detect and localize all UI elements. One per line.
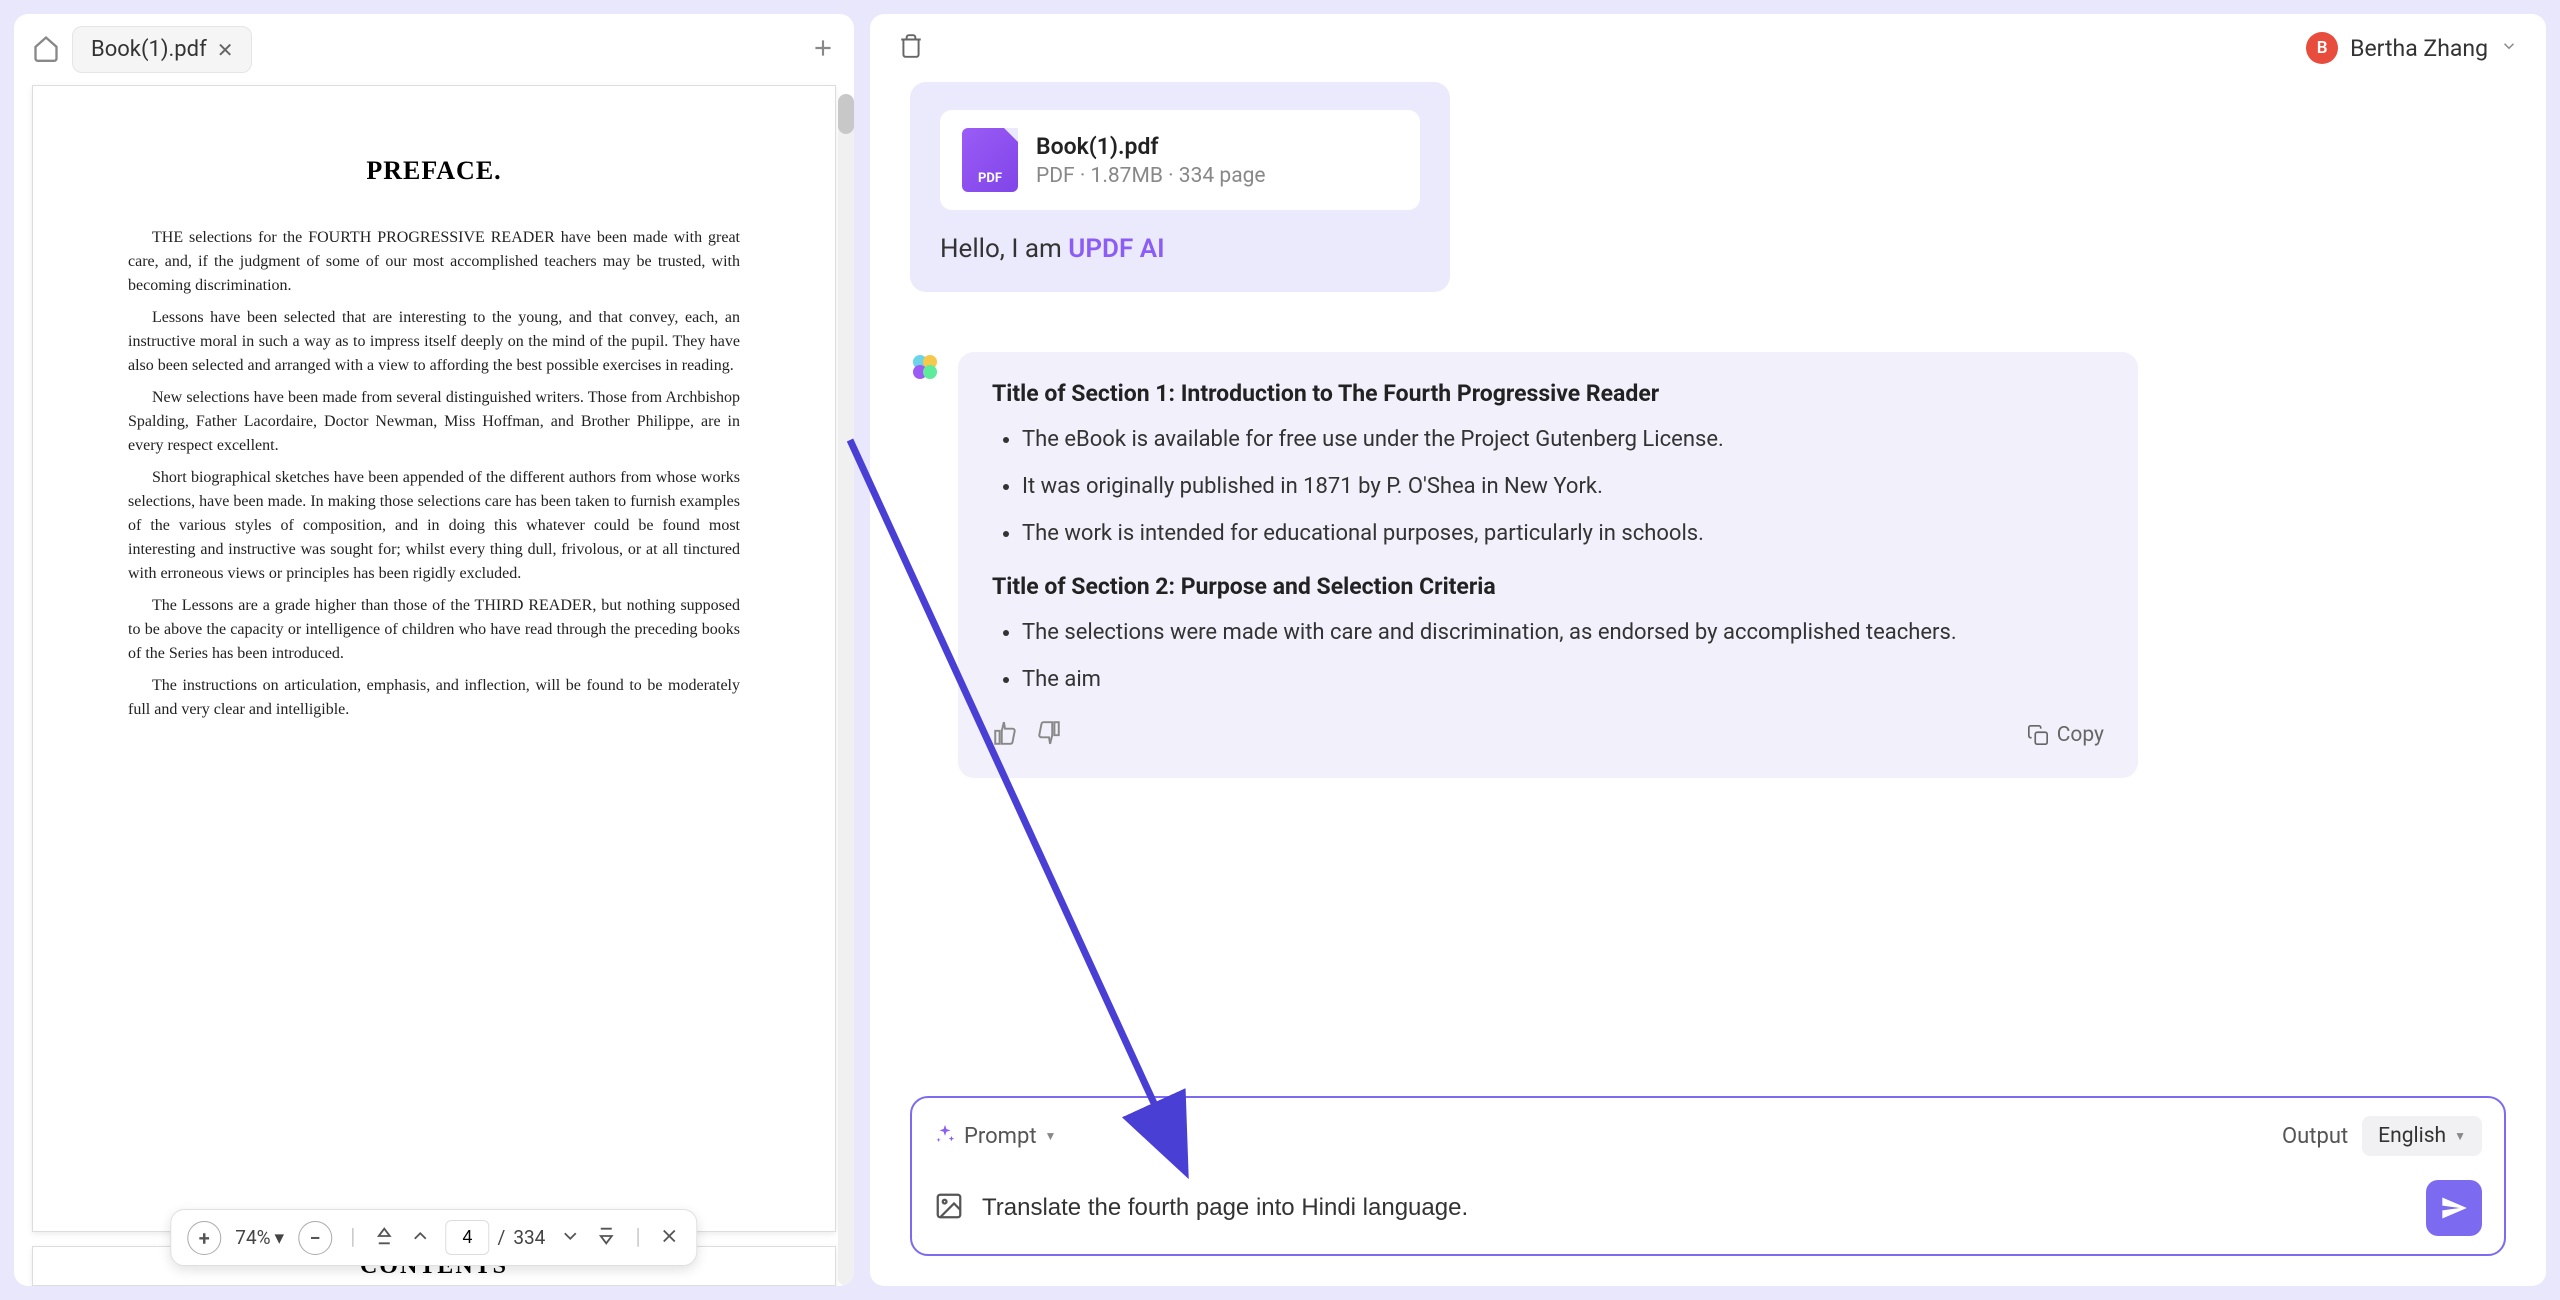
copy-label: Copy — [2057, 723, 2104, 747]
chat-area: PDF Book(1).pdf PDF · 1.87MB · 334 page … — [870, 82, 2546, 1076]
ai-avatar-icon — [910, 352, 940, 382]
pdf-file-icon: PDF — [962, 128, 1018, 192]
divider: | — [350, 1225, 355, 1250]
output-label: Output — [2282, 1124, 2348, 1149]
pdf-paragraph: The Lessons are a grade higher than thos… — [128, 594, 740, 666]
thumbs-up-icon[interactable] — [992, 720, 1018, 750]
close-tab-icon[interactable]: ✕ — [217, 38, 234, 62]
chevron-down-icon: ▾ — [275, 1226, 285, 1249]
pdf-toolbar: + 74% ▾ − | / 334 | — [170, 1209, 697, 1266]
avatar: B — [2306, 32, 2338, 64]
dropdown-arrow-icon: ▼ — [1045, 1129, 1057, 1143]
copy-button[interactable]: Copy — [2027, 723, 2104, 747]
prev-page-icon[interactable] — [409, 1225, 431, 1251]
page-separator: / — [497, 1226, 505, 1249]
ai-response: Title of Section 1: Introduction to The … — [910, 352, 2506, 778]
language-value: English — [2378, 1124, 2446, 1148]
total-pages: 334 — [513, 1226, 545, 1249]
list-item: The work is intended for educational pur… — [1022, 519, 2104, 550]
home-icon[interactable] — [32, 34, 60, 66]
language-selector[interactable]: English ▼ — [2362, 1116, 2482, 1156]
chevron-down-icon — [2500, 37, 2518, 59]
scrollbar-thumb[interactable] — [838, 94, 854, 134]
pdf-paragraph: THE selections for the FOURTH PROGRESSIV… — [128, 226, 740, 298]
chat-header: B Bertha Zhang — [870, 14, 2546, 82]
thumbs-down-icon[interactable] — [1036, 720, 1062, 750]
pdf-paragraph: Short biographical sketches have been ap… — [128, 466, 740, 586]
close-toolbar-icon[interactable] — [659, 1225, 681, 1251]
last-page-icon[interactable] — [595, 1225, 617, 1251]
response-bubble: Title of Section 1: Introduction to The … — [958, 352, 2138, 778]
sparkle-icon — [934, 1123, 956, 1149]
pdf-paragraph: Lessons have been selected that are inte… — [128, 306, 740, 378]
prompt-input-area: Prompt ▼ Output English ▼ — [910, 1096, 2506, 1256]
zoom-level[interactable]: 74% ▾ — [235, 1226, 284, 1249]
greeting-text: Hello, I am UPDF AI — [940, 234, 1420, 264]
tab-label: Book(1).pdf — [91, 37, 207, 62]
trash-icon[interactable] — [898, 33, 924, 63]
greeting-brand: UPDF AI — [1068, 234, 1164, 264]
ai-chat-panel: B Bertha Zhang PDF Book(1).pdf PDF · 1.8… — [870, 14, 2546, 1286]
output-selector-group: Output English ▼ — [2282, 1116, 2482, 1156]
list-item: The selections were made with care and d… — [1022, 618, 2104, 649]
user-menu[interactable]: B Bertha Zhang — [2306, 32, 2518, 64]
section-2-list: The selections were made with care and d… — [992, 618, 2104, 696]
list-item: The aim — [1022, 665, 2104, 696]
input-bottom-row — [934, 1180, 2482, 1236]
pdf-paragraph: New selections have been made from sever… — [128, 386, 740, 458]
page-number-input[interactable] — [445, 1220, 489, 1255]
prompt-label: Prompt — [964, 1124, 1037, 1149]
send-button[interactable] — [2426, 1180, 2482, 1236]
pdf-viewer-panel: Book(1).pdf ✕ PREFACE. THE selections fo… — [14, 14, 854, 1286]
greeting-hello: Hello, I am — [940, 234, 1068, 264]
zoom-in-button[interactable]: + — [187, 1221, 221, 1255]
pdf-page: PREFACE. THE selections for the FOURTH P… — [32, 85, 836, 1232]
pdf-paragraph: The instructions on articulation, emphas… — [128, 674, 740, 722]
dropdown-arrow-icon: ▼ — [2454, 1129, 2466, 1143]
list-item: It was originally published in 1871 by P… — [1022, 472, 2104, 503]
zoom-value: 74% — [235, 1226, 270, 1249]
pdf-page-title: PREFACE. — [128, 156, 740, 186]
scrollbar[interactable] — [838, 94, 854, 1286]
file-name: Book(1).pdf — [1036, 133, 1266, 160]
tab-bar: Book(1).pdf ✕ — [14, 14, 854, 85]
file-card[interactable]: PDF Book(1).pdf PDF · 1.87MB · 334 page — [940, 110, 1420, 210]
response-actions: Copy — [992, 720, 2104, 750]
input-top-row: Prompt ▼ Output English ▼ — [934, 1116, 2482, 1156]
divider: | — [635, 1225, 640, 1250]
zoom-out-button[interactable]: − — [298, 1221, 332, 1255]
prompt-selector[interactable]: Prompt ▼ — [934, 1123, 1056, 1149]
page-input-group: / 334 — [445, 1220, 545, 1255]
next-page-icon[interactable] — [559, 1225, 581, 1251]
new-tab-icon[interactable] — [810, 35, 836, 65]
prompt-text-input[interactable] — [982, 1194, 2408, 1222]
file-meta: PDF · 1.87MB · 334 page — [1036, 164, 1266, 188]
section-1-list: The eBook is available for free use unde… — [992, 425, 2104, 549]
document-tab[interactable]: Book(1).pdf ✕ — [72, 26, 252, 73]
section-2-title: Title of Section 2: Purpose and Selectio… — [992, 573, 2104, 600]
list-item: The eBook is available for free use unde… — [1022, 425, 2104, 456]
first-page-icon[interactable] — [373, 1225, 395, 1251]
username-label: Bertha Zhang — [2350, 35, 2488, 62]
attach-image-icon[interactable] — [934, 1191, 964, 1225]
section-1-title: Title of Section 1: Introduction to The … — [992, 380, 2104, 407]
greeting-card: PDF Book(1).pdf PDF · 1.87MB · 334 page … — [910, 82, 1450, 292]
